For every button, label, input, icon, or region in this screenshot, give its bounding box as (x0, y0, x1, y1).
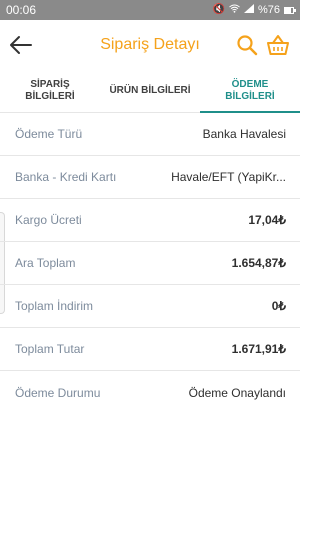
search-button[interactable] (236, 34, 258, 56)
payment-type-row: Ödeme Türü Banka Havalesi (0, 113, 300, 156)
payment-status-value: Ödeme Onaylandı (188, 385, 286, 400)
battery-icon (284, 6, 296, 14)
back-button[interactable] (8, 32, 34, 58)
total-discount-label: Toplam İndirim (15, 299, 94, 313)
page-title: Sipariş Detayı (100, 36, 200, 53)
subtotal-row: Ara Toplam 1.654,87₺ (0, 242, 300, 285)
tab-payment-info[interactable]: ÖDEME BİLGİLERİ (200, 70, 300, 113)
payment-type-value: Banka Havalesi (202, 127, 286, 141)
status-icons: 🔇 %76 (212, 4, 296, 16)
shipping-fee-label: Kargo Ücreti (15, 213, 82, 227)
search-icon (237, 35, 258, 56)
tab-label: ÜRÜN BİLGİLERİ (109, 85, 191, 96)
payment-type-label: Ödeme Türü (15, 127, 83, 141)
total-discount-row: Toplam İndirim 0₺ (0, 285, 300, 328)
signal-icon (243, 4, 254, 16)
total-amount-row: Toplam Tutar 1.671,91₺ (0, 328, 300, 371)
shipping-fee-value: 17,04₺ (248, 213, 286, 227)
tab-product-info[interactable]: ÜRÜN BİLGİLERİ (100, 70, 200, 112)
total-amount-label: Toplam Tutar (15, 342, 85, 356)
wifi-icon (229, 4, 240, 16)
payment-status-row: Ödeme Durumu Ödeme Onaylandı (0, 371, 300, 414)
subtotal-value: 1.654,87₺ (231, 256, 286, 270)
arrow-left-icon (10, 36, 32, 54)
tab-bar: SİPARİŞ BİLGİLERİ ÜRÜN BİLGİLERİ ÖDEME B… (0, 70, 300, 113)
total-discount-value: 0₺ (271, 299, 286, 313)
tab-order-info[interactable]: SİPARİŞ BİLGİLERİ (0, 70, 100, 112)
tab-label: SİPARİŞ BİLGİLERİ (25, 79, 75, 102)
bank-card-label: Banka - Kredi Kartı (15, 170, 117, 184)
shipping-fee-row: Kargo Ücreti 17,04₺ (0, 199, 300, 242)
mute-icon: 🔇 (212, 4, 225, 15)
bank-card-row: Banka - Kredi Kartı Havale/EFT (YapiKr..… (0, 156, 300, 199)
subtotal-label: Ara Toplam (15, 256, 76, 270)
payment-info-list: Ödeme Türü Banka Havalesi Banka - Kredi … (0, 113, 300, 414)
bank-card-value: Havale/EFT (YapiKr... (171, 170, 286, 184)
payment-status-label: Ödeme Durumu (15, 385, 101, 400)
app-bar: Sipariş Detayı (0, 20, 300, 70)
tab-label: ÖDEME BİLGİLERİ (225, 79, 275, 102)
basket-button[interactable] (266, 33, 290, 57)
clock: 00:06 (6, 3, 37, 17)
status-bar: 00:06 🔇 %76 (0, 0, 300, 20)
basket-icon (267, 35, 289, 55)
total-amount-value: 1.671,91₺ (231, 342, 286, 356)
battery-percent: %76 (257, 4, 280, 16)
